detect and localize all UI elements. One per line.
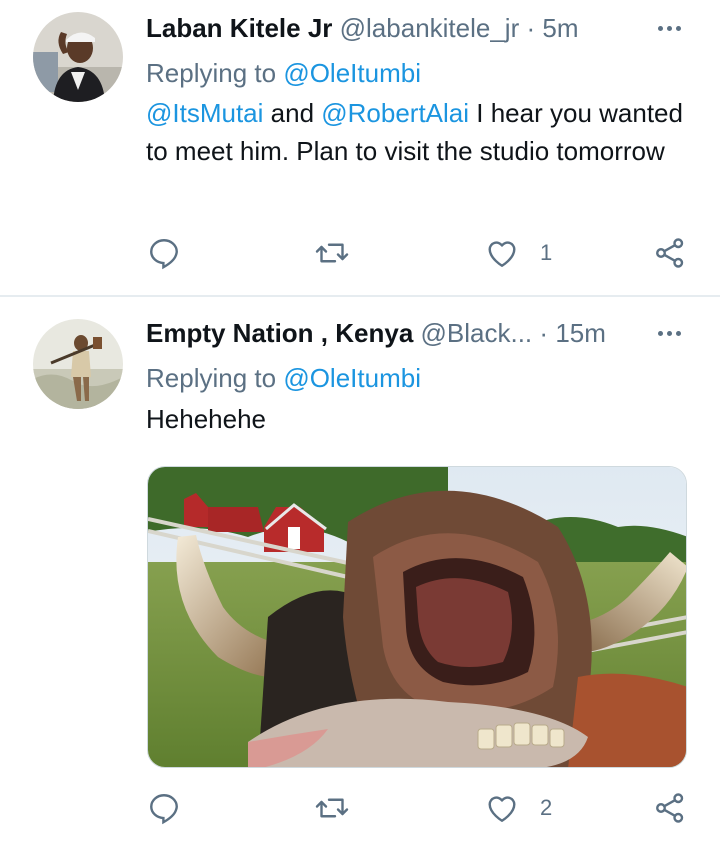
timestamp[interactable]: 15m xyxy=(555,318,606,348)
reply-button[interactable] xyxy=(146,786,186,830)
retweet-button[interactable] xyxy=(312,786,352,830)
tweet-2[interactable]: Empty Nation , Kenya @Black... · 15m Rep… xyxy=(0,297,720,850)
tweet-image[interactable] xyxy=(147,466,687,768)
like-count: 1 xyxy=(540,240,553,265)
replying-to: Replying to @OleItumbi xyxy=(146,56,421,90)
replying-to-label: Replying to xyxy=(146,363,277,393)
tweet-text: Hehehehe xyxy=(146,400,706,438)
separator-dot: · xyxy=(526,13,536,43)
more-icon[interactable] xyxy=(654,10,686,46)
share-icon xyxy=(656,238,684,268)
replying-to: Replying to @OleItumbi xyxy=(146,361,421,395)
heart-icon xyxy=(488,241,516,267)
avatar[interactable] xyxy=(33,12,123,102)
retweet-button[interactable] xyxy=(312,231,352,275)
avatar[interactable] xyxy=(33,319,123,409)
user-handle[interactable]: @Black... xyxy=(421,318,533,348)
separator-dot: · xyxy=(539,318,549,348)
timestamp[interactable]: 5m xyxy=(542,13,578,43)
tweet-text-connector: and xyxy=(263,98,322,128)
reply-button[interactable] xyxy=(146,231,186,275)
tweet-header: Empty Nation , Kenya @Black... · 15m xyxy=(146,315,700,351)
tweet-actions: 1 xyxy=(0,231,720,275)
reply-icon xyxy=(150,794,178,825)
display-name[interactable]: Laban Kitele Jr xyxy=(146,13,332,43)
more-icon[interactable] xyxy=(654,315,686,351)
heart-icon xyxy=(488,796,516,822)
replying-to-link[interactable]: @OleItumbi xyxy=(283,363,421,393)
reply-icon xyxy=(150,239,178,270)
mention-link[interactable]: @RobertAlai xyxy=(321,98,469,128)
mention-link[interactable]: @ItsMutai xyxy=(146,98,263,128)
tweet-text-content: Hehehehe xyxy=(146,404,266,434)
tweet-text: @ItsMutai and @RobertAlai I hear you wan… xyxy=(146,94,706,170)
like-button[interactable]: 2 xyxy=(484,786,564,830)
share-button[interactable] xyxy=(652,231,692,275)
like-count: 2 xyxy=(540,795,553,820)
tweet-1[interactable]: Laban Kitele Jr @labankitele_jr · 5m Rep… xyxy=(0,0,720,296)
replying-to-label: Replying to xyxy=(146,58,277,88)
retweet-icon xyxy=(315,243,349,263)
user-handle[interactable]: @labankitele_jr xyxy=(340,13,520,43)
replying-to-link[interactable]: @OleItumbi xyxy=(283,58,421,88)
like-button[interactable]: 1 xyxy=(484,231,564,275)
retweet-icon xyxy=(315,798,349,818)
share-icon xyxy=(656,793,684,823)
tweet-header: Laban Kitele Jr @labankitele_jr · 5m xyxy=(146,10,700,46)
display-name[interactable]: Empty Nation , Kenya xyxy=(146,318,413,348)
share-button[interactable] xyxy=(652,786,692,830)
tweet-actions: 2 xyxy=(0,786,720,830)
